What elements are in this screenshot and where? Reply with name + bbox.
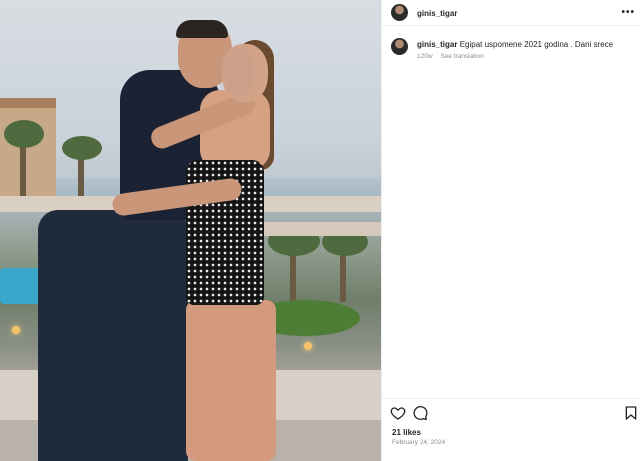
action-bar <box>382 398 640 426</box>
bookmark-icon[interactable] <box>623 405 639 421</box>
photo-lamp <box>304 342 312 350</box>
photo-railing <box>250 222 381 236</box>
caption-avatar[interactable] <box>391 38 408 55</box>
post-header: ginis_tigar ••• <box>382 0 640 26</box>
avatar[interactable] <box>391 4 408 21</box>
caption-meta: 120w See translation <box>417 53 490 60</box>
post-side-panel: ginis_tigar ••• ginis_tigar Egipat uspom… <box>381 0 640 461</box>
post-date: February 24, 2024 <box>392 439 446 446</box>
more-options-icon[interactable]: ••• <box>621 7 635 18</box>
caption: ginis_tigar Egipat uspomene 2021 godina … <box>417 40 613 49</box>
caption-username[interactable]: ginis_tigar <box>417 40 457 49</box>
photo-woman-legs <box>186 300 276 461</box>
post-photo <box>0 0 381 461</box>
photo-palm <box>20 140 26 200</box>
likes-count[interactable]: 21 likes <box>392 428 421 437</box>
heart-icon[interactable] <box>390 405 406 421</box>
see-translation-link[interactable]: See translation <box>440 53 483 60</box>
photo-palm-fronds <box>62 136 102 160</box>
comment-icon[interactable] <box>412 405 428 421</box>
photo-lamp <box>12 326 20 334</box>
photo-man-legs <box>38 210 188 461</box>
photo-palm-fronds <box>4 120 44 148</box>
caption-age: 120w <box>417 53 433 60</box>
header-username[interactable]: ginis_tigar <box>417 9 457 18</box>
photo-blurred-face <box>224 50 254 94</box>
caption-text: Egipat uspomene 2021 godina . Dani srece <box>459 40 614 49</box>
caption-row: ginis_tigar Egipat uspomene 2021 godina … <box>382 34 640 66</box>
photo-man-hair <box>176 20 228 38</box>
photo-building <box>0 98 56 198</box>
